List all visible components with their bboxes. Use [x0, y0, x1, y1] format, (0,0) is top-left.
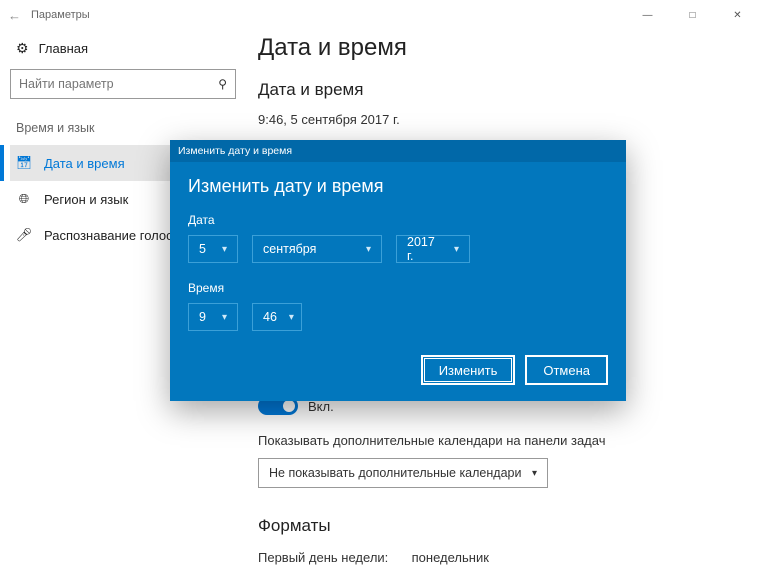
titlebar: ← Параметры ― □ ✕ [0, 0, 768, 30]
calendar-icon: 📅︎ [16, 155, 32, 171]
home-button[interactable]: ⚙ Главная [10, 30, 236, 69]
section-title: Дата и время [258, 80, 768, 100]
home-label: Главная [39, 41, 88, 56]
chevron-down-icon: ▾ [289, 312, 294, 323]
minimize-button[interactable]: ― [625, 0, 670, 30]
dropdown-value: Не показывать дополнительные календари [269, 466, 521, 480]
chevron-down-icon: ▾ [366, 244, 371, 255]
sidebar-item-label: Регион и язык [44, 192, 128, 207]
sidebar-item-label: Дата и время [44, 156, 125, 171]
chevron-down-icon: ▾ [222, 312, 227, 323]
year-picker[interactable]: 2017 г. ▾ [396, 235, 470, 263]
extra-calendars-label: Показывать дополнительные календари на п… [258, 433, 768, 448]
window-title: Параметры [31, 9, 90, 21]
search-input[interactable] [19, 77, 218, 91]
date-label: Дата [188, 213, 608, 227]
minute-picker[interactable]: 46 ▾ [252, 303, 302, 331]
hour-value: 9 [199, 310, 206, 324]
cancel-button[interactable]: Отмена [525, 355, 608, 385]
month-value: сентября [263, 242, 316, 256]
chevron-down-icon: ▾ [454, 244, 459, 255]
day-value: 5 [199, 242, 206, 256]
dialog-title: Изменить дату и время [188, 176, 608, 197]
first-day-value: понедельник [412, 550, 489, 565]
sidebar-item-label: Распознавание голоса [44, 228, 180, 243]
current-datetime: 9:46, 5 сентября 2017 г. [258, 112, 768, 127]
back-arrow-icon[interactable]: ← [8, 8, 21, 23]
datetime-dialog: Изменить дату и время Изменить дату и вр… [170, 140, 626, 401]
chevron-down-icon: ▾ [532, 468, 537, 479]
formats-title: Форматы [258, 516, 768, 536]
search-box[interactable]: ⚲ [10, 69, 236, 99]
gear-icon: ⚙ [16, 40, 29, 57]
apply-button[interactable]: Изменить [421, 355, 516, 385]
minute-value: 46 [263, 310, 277, 324]
first-day-label: Первый день недели: [258, 550, 408, 565]
month-picker[interactable]: сентября ▾ [252, 235, 382, 263]
time-label: Время [188, 281, 608, 295]
close-button[interactable]: ✕ [715, 0, 760, 30]
page-title: Дата и время [258, 34, 768, 62]
search-icon: ⚲ [218, 77, 227, 91]
first-day-row: Первый день недели: понедельник [258, 550, 768, 565]
category-label: Время и язык [10, 99, 236, 145]
maximize-button[interactable]: □ [670, 0, 715, 30]
extra-calendars-dropdown[interactable]: Не показывать дополнительные календари ▾ [258, 458, 548, 488]
dialog-titlebar[interactable]: Изменить дату и время [170, 140, 626, 162]
day-picker[interactable]: 5 ▾ [188, 235, 238, 263]
chevron-down-icon: ▾ [222, 244, 227, 255]
dialog-titlebar-text: Изменить дату и время [178, 145, 292, 157]
microphone-icon: 🎤︎ [16, 227, 32, 243]
region-icon: 🌐︎ [16, 191, 32, 207]
hour-picker[interactable]: 9 ▾ [188, 303, 238, 331]
year-value: 2017 г. [407, 235, 442, 263]
